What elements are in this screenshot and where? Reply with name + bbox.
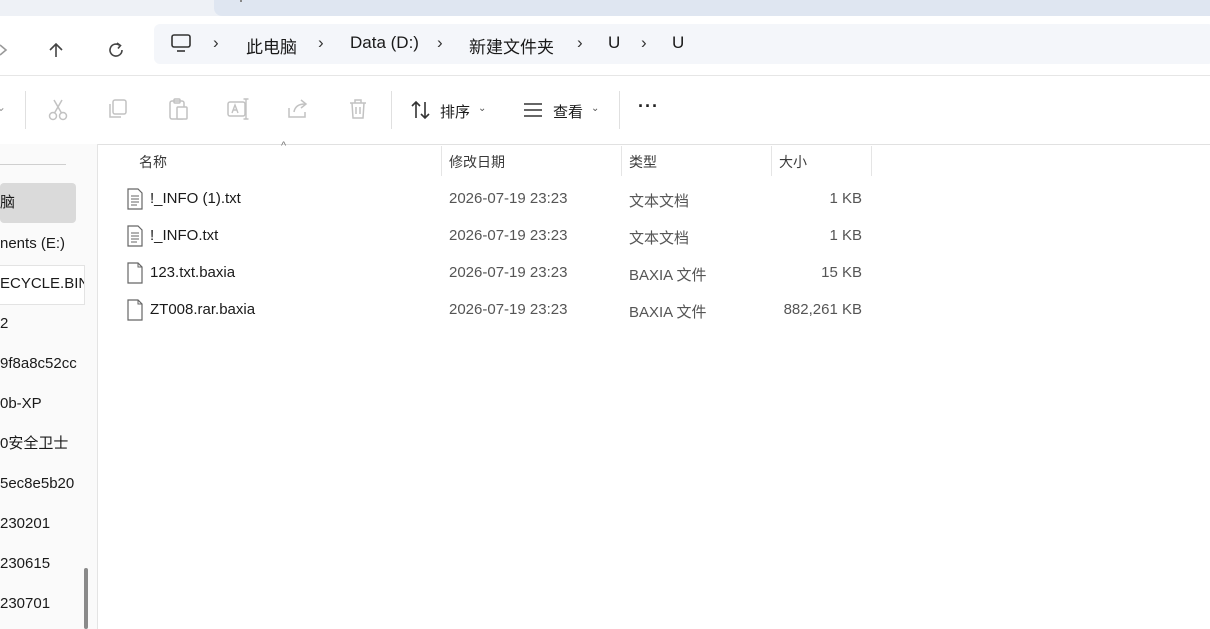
share-icon[interactable] [285, 96, 311, 122]
breadcrumb-separator-icon: › [577, 33, 583, 52]
sort-ascending-icon: ^ [281, 140, 287, 152]
file-name: 123.txt.baxia [150, 264, 236, 281]
file-modified: 2026-07-19 23:23 [449, 190, 568, 207]
breadcrumb-separator-icon: › [437, 33, 443, 52]
file-row[interactable]: 123.txt.baxia 2026-07-19 23:23 BAXIA 文件 … [100, 256, 1210, 293]
file-size: 882,261 KB [783, 301, 862, 318]
sidebar-item-folder[interactable]: 230615 [0, 546, 84, 582]
refresh-button[interactable] [102, 36, 130, 64]
tab-icon [240, 0, 242, 2]
sidebar-scrollbar[interactable] [84, 568, 88, 629]
delete-icon[interactable] [345, 96, 371, 122]
file-type: BAXIA 文件 [629, 304, 707, 321]
sidebar-item-documents-drive[interactable]: nents (E:) [0, 226, 84, 262]
column-header-size[interactable]: 大小 [779, 152, 807, 172]
sidebar-item-folder[interactable]: 0b-XP [0, 386, 84, 422]
sidebar-item-folder[interactable]: 0安全卫士 [0, 426, 84, 462]
text-file-icon [126, 225, 144, 247]
sidebar-item-folder[interactable]: 230701 [0, 586, 84, 622]
file-size: 1 KB [829, 227, 862, 244]
sidebar-item-recycle-bin[interactable]: ECYCLE.BIN [0, 266, 84, 302]
breadcrumb-u-current[interactable]: U [672, 33, 684, 53]
breadcrumb-separator-icon: › [641, 33, 647, 52]
sidebar-item-this-pc[interactable]: 脑 [0, 185, 84, 221]
file-type: 文本文档 [629, 230, 690, 247]
breadcrumb-new-folder[interactable]: 新建文件夹 [469, 33, 554, 58]
blank-file-icon [126, 299, 144, 321]
column-divider[interactable] [441, 146, 442, 176]
file-size: 15 KB [821, 264, 862, 281]
toolbar-divider [25, 91, 26, 129]
file-modified: 2026-07-19 23:23 [449, 264, 568, 281]
breadcrumb-data-drive[interactable]: Data (D:) [350, 33, 419, 53]
file-modified: 2026-07-19 23:23 [449, 227, 568, 244]
sidebar-item-folder[interactable]: 2 [0, 306, 84, 342]
file-type: 文本文档 [629, 193, 690, 210]
column-header-modified[interactable]: 修改日期 [449, 152, 505, 172]
sidebar-item-folder[interactable]: 5ec8e5b20 [0, 466, 84, 502]
computer-icon [170, 33, 192, 58]
sort-icon [410, 99, 432, 126]
more-options-button[interactable]: ··· [638, 96, 659, 117]
file-type: BAXIA 文件 [629, 267, 707, 284]
sidebar-item-folder[interactable]: 9f8a8c52cc [0, 346, 84, 382]
sidebar-item-folder[interactable]: 230201 [0, 506, 84, 542]
file-row[interactable]: ZT008.rar.baxia 2026-07-19 23:23 BAXIA 文… [100, 293, 1210, 330]
view-button[interactable]: 查看 [553, 101, 583, 122]
file-name: ZT008.rar.baxia [150, 301, 256, 318]
view-icon [522, 101, 544, 124]
breadcrumb-separator-icon: › [213, 33, 219, 52]
sidebar-divider [0, 164, 66, 165]
column-divider[interactable] [871, 146, 872, 176]
up-arrow-button[interactable] [42, 36, 70, 64]
new-dropdown-chevron-icon[interactable]: ⌄ [0, 100, 6, 114]
breadcrumb-this-pc[interactable]: 此电脑 [246, 33, 297, 58]
column-divider[interactable] [621, 146, 622, 176]
breadcrumb-u[interactable]: U [608, 33, 620, 53]
copy-icon[interactable] [105, 96, 131, 122]
active-tab[interactable] [214, 0, 1210, 16]
file-modified: 2026-07-19 23:23 [449, 301, 568, 318]
paste-icon[interactable] [165, 96, 191, 122]
text-file-icon [126, 188, 144, 210]
sort-chevron-icon[interactable]: ⌄ [478, 103, 486, 114]
toolbar-divider [619, 91, 620, 129]
column-divider[interactable] [771, 146, 772, 176]
column-header-type[interactable]: 类型 [629, 152, 657, 172]
file-row[interactable]: !_INFO (1).txt 2026-07-19 23:23 文本文档 1 K… [100, 182, 1210, 219]
breadcrumb-separator-icon: › [318, 33, 324, 52]
blank-file-icon [126, 262, 144, 284]
file-name: !_INFO (1).txt [150, 190, 241, 207]
forward-chevron-icon[interactable] [0, 36, 18, 64]
rename-icon[interactable] [225, 96, 251, 122]
cut-icon[interactable] [45, 96, 71, 122]
file-size: 1 KB [829, 190, 862, 207]
file-name: !_INFO.txt [150, 227, 219, 244]
view-chevron-icon[interactable]: ⌄ [591, 103, 599, 114]
column-header-name[interactable]: 名称 [139, 152, 167, 172]
toolbar-divider [391, 91, 392, 129]
file-row[interactable]: !_INFO.txt 2026-07-19 23:23 文本文档 1 KB [100, 219, 1210, 256]
sort-button[interactable]: 排序 [440, 101, 470, 122]
